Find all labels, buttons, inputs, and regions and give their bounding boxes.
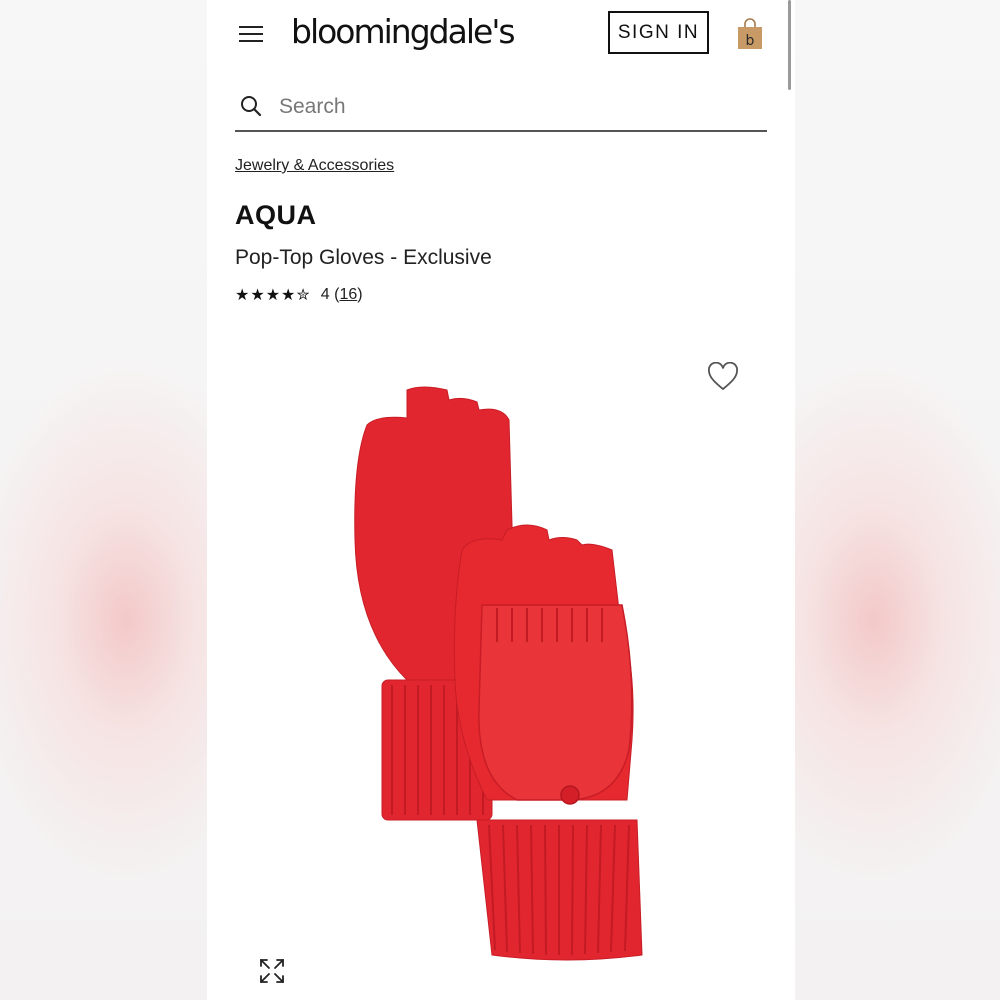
background-left <box>0 0 210 1000</box>
rating[interactable]: ★★★★✮ 4 (16) <box>235 285 363 305</box>
mobile-page: bloomingdale's SIGN IN b Jewelry & Acces… <box>207 0 795 1000</box>
expand-icon[interactable] <box>257 956 287 986</box>
search-input[interactable] <box>277 88 741 126</box>
heart-icon[interactable] <box>707 361 739 392</box>
rating-close-paren: ) <box>357 286 363 303</box>
product-image[interactable] <box>337 380 667 970</box>
shopping-bag-icon[interactable]: b <box>737 18 763 50</box>
product-title: Pop-Top Gloves - Exclusive <box>235 246 492 269</box>
scrollbar[interactable] <box>788 0 791 90</box>
star-rating-icons: ★★★★✮ <box>235 287 311 304</box>
search-icon[interactable] <box>239 94 263 118</box>
review-count-link[interactable]: 16 <box>339 286 357 304</box>
rating-value: 4 ( <box>320 286 340 303</box>
breadcrumb[interactable]: Jewelry & Accessories <box>235 157 394 175</box>
bag-letter: b <box>746 33 755 49</box>
sign-in-button[interactable]: SIGN IN <box>608 11 709 54</box>
logo[interactable]: bloomingdale's <box>291 12 516 51</box>
brand-name[interactable]: AQUA <box>235 200 317 231</box>
search-bar[interactable] <box>235 80 767 132</box>
background-right <box>790 0 1000 1000</box>
menu-icon[interactable] <box>237 22 265 46</box>
